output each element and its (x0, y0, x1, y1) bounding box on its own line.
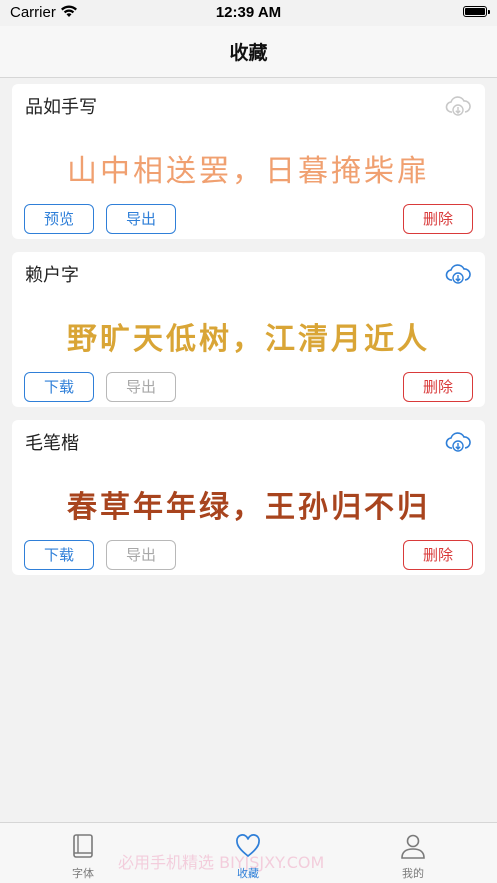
font-name: 赖户字 (25, 265, 79, 286)
battery-icon (463, 6, 490, 17)
export-button[interactable]: 导出 (106, 372, 176, 402)
delete-button[interactable]: 删除 (403, 204, 473, 234)
tab-label: 我的 (402, 867, 424, 880)
font-sample-text: 野旷天低树，江清月近人 (67, 322, 430, 357)
heart-icon (236, 834, 260, 858)
status-bar: Carrier 12:39 AM (0, 0, 497, 26)
delete-button[interactable]: 删除 (403, 372, 473, 402)
font-sample-text: 春草年年绿，王孙归不归 (67, 490, 430, 525)
font-card-maobikai: 毛笔楷 春草年年绿，王孙归不归 下载 导出 删除 (12, 420, 485, 575)
delete-button[interactable]: 删除 (403, 540, 473, 570)
preview-button[interactable]: 预览 (24, 204, 94, 234)
font-sample-text: 山中相送罢，日暮掩柴扉 (67, 154, 430, 189)
page-title: 收藏 (229, 42, 268, 64)
download-button[interactable]: 下载 (24, 540, 94, 570)
tab-label: 字体 (72, 867, 94, 880)
tab-profile[interactable]: 我的 (363, 823, 463, 883)
tab-bar: 必用手机精选 BIYJSJXY.COM 字体 收藏 我的 (0, 822, 497, 883)
navigation-bar: 收藏 (0, 26, 497, 78)
person-icon (401, 834, 425, 859)
book-icon (73, 834, 93, 858)
export-button[interactable]: 导出 (106, 540, 176, 570)
cloud-download-icon[interactable] (445, 262, 471, 286)
tab-fonts[interactable]: 字体 (33, 823, 133, 883)
cloud-download-icon[interactable] (445, 94, 471, 118)
tab-favorites[interactable]: 收藏 (198, 823, 298, 883)
font-card-laihu: 赖户字 野旷天低树，江清月近人 下载 导出 删除 (12, 252, 485, 407)
font-name: 品如手写 (25, 97, 97, 118)
clock: 12:39 AM (215, 4, 282, 21)
tab-label: 收藏 (237, 867, 259, 880)
cloud-download-icon[interactable] (445, 430, 471, 454)
export-button[interactable]: 导出 (106, 204, 176, 234)
download-button[interactable]: 下载 (24, 372, 94, 402)
font-card-pinru: 品如手写 山中相送罢，日暮掩柴扉 预览 导出 删除 (12, 84, 485, 239)
font-name: 毛笔楷 (25, 433, 79, 454)
